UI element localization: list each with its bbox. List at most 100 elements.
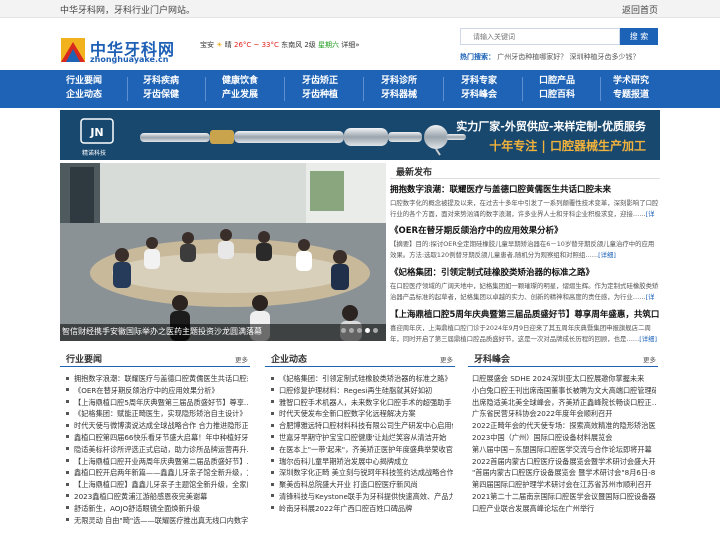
list-item[interactable]: 聚美齿科总院盛大开业 打造口腔医疗新风尚	[269, 479, 453, 491]
nav-item[interactable]: 口腔百科	[539, 88, 575, 102]
list-item[interactable]: 2023鑫植口腔黄浦江游船感恩夜完美谢幕	[64, 491, 248, 503]
list-item[interactable]: 清锋科技与Keystone联手为牙科提供快速高效、产品力…	[269, 491, 453, 503]
nav-item[interactable]: 牙齿矫正	[302, 74, 338, 88]
summit-news-box: 牙科峰会 更多 口腔展盛会 SDHE 2024深圳亚太口腔展邀你掌握未来 小白兔…	[468, 349, 658, 540]
list-item[interactable]: 雅智口腔手术机器人，未来数字化口腔手术的超强助手	[269, 397, 453, 409]
news-item-title[interactable]: 《OER在替牙期反颌治疗中的应用效果分析》	[390, 224, 660, 236]
nav-item[interactable]: 牙科峰会	[461, 88, 497, 102]
list-item[interactable]: 口腔产业联合发展高峰论坛在广州举行	[472, 503, 656, 515]
nav-divider	[443, 77, 444, 101]
slider-dot[interactable]	[357, 328, 362, 333]
home-link[interactable]: 返回首页	[622, 3, 658, 16]
site-logo[interactable]: 中华牙科网 zhonghuayake.cn	[60, 36, 190, 64]
list-item[interactable]: 小白兔口腔王刊出席南国董事长被聘为文大高端口腔管理研修班…	[472, 385, 656, 397]
nav-item[interactable]: 牙科器械	[381, 88, 417, 102]
list-item[interactable]: 隐适美标杆诊所评选正式启动，助力诊所品牌运营再升…	[64, 444, 248, 456]
hot-search-links[interactable]: 广州牙齿种植哪家好？ 深圳种植牙齿多少钱？	[497, 53, 639, 61]
nav-item[interactable]: 牙科诊所	[381, 74, 417, 88]
nav-item[interactable]: 牙齿保健	[143, 88, 179, 102]
news-item: 拥抱数字浪潮：联耀医疗与盖德口腔黄儒医生共话口腔未来 口腔数字化的概念被提及以来…	[390, 183, 660, 220]
nav-item[interactable]: 专题报道	[613, 88, 649, 102]
photo-slider[interactable]: 智信财经携手安徽国际举办之医药主题投资沙龙圆满落幕	[60, 163, 386, 341]
list-item[interactable]: 广东省民营牙科协会2022年度年会顺利召开	[472, 408, 656, 420]
more-link[interactable]: 更多	[643, 354, 656, 364]
list-item[interactable]: 舒适新生，AOJO舒适眼镜全面焕新升级	[64, 503, 248, 515]
box-title[interactable]: 企业动态	[271, 352, 307, 365]
list-item[interactable]: 出席隐适美北美全球峰会，齐美矫正鑫峰院长畅谈口腔正…	[472, 397, 656, 409]
news-item-summary: 喜迎周年庆，上海鼎植口腔门诊于2024年9月9日迎来了其五周年庆典暨集团申报旗舰…	[390, 324, 658, 343]
news-list: 拥抱数字浪潮：联耀医疗与盖德口腔黄儒医生共话口腔未 《OER在替牙期反颌治疗中的…	[64, 373, 248, 526]
news-item-title[interactable]: 【上海鼎植口腔5周年庆典暨第三届品质盛好节】尊享周年盛惠，共筑口	[390, 308, 660, 320]
list-item[interactable]: 2022首届内蒙古口腔医疗设备展览会暨学术研讨会盛大开幕	[472, 456, 656, 468]
news-item-title[interactable]: 拥抱数字浪潮：联耀医疗与盖德口腔黄儒医生共话口腔未来	[390, 183, 660, 195]
weather-sun-icon: ☀	[216, 41, 223, 49]
nav-group-6: 牙科专家 牙科峰会	[461, 74, 497, 104]
slider-dot[interactable]	[341, 328, 346, 333]
weather-condition: 晴	[224, 41, 232, 49]
list-item[interactable]: 《OER在替牙期反颌治疗中的应用效果分析》	[64, 385, 248, 397]
nav-divider	[127, 77, 128, 101]
list-item[interactable]: 第八届中国－东盟国际口腔医学交流与合作论坛即将开幕	[472, 444, 656, 456]
more-link[interactable]: 更多	[440, 354, 453, 364]
company-news-box: 企业动态 更多 《妃格集团：引领定制式硅橡胶类矫治器的标准之路》 口腔修复护理材…	[265, 349, 455, 540]
nav-divider	[363, 77, 364, 101]
search-bar: 搜 索	[460, 28, 658, 45]
list-item[interactable]: 无限灵动 自由"畸"选——联耀医疗推出真无线口内数字…	[64, 515, 248, 527]
list-item[interactable]: 时代天使与微博演说达成全球战略合作 合力推进隐形正畸…	[64, 420, 248, 432]
top-bar: 中华牙科网，牙科行业门户网站。 返回首页	[0, 0, 720, 18]
list-item[interactable]: 【上海鼎植口腔5周年庆典暨第三届品质盛好节】尊享…	[64, 397, 248, 409]
nav-item[interactable]: 牙科专家	[461, 74, 497, 88]
list-item[interactable]: 2021第二十二届南京国际口腔医学会议暨国际口腔设备器材展…	[472, 491, 656, 503]
nav-divider	[600, 77, 601, 101]
slider-dot[interactable]	[349, 328, 354, 333]
search-button[interactable]: 搜 索	[620, 28, 658, 45]
list-item[interactable]: 口腔展盛会 SDHE 2024深圳亚太口腔展邀你掌握未来	[472, 373, 656, 385]
list-item[interactable]: 时代天使发布全新口腔数字化远程解决方案	[269, 408, 453, 420]
slider-caption-text[interactable]: 智信财经携手安徽国际举办之医药主题投资沙龙圆满落幕	[62, 326, 262, 337]
ad-banner[interactable]: JN 精诺科技 实力厂家-外贸供应-来样定制-优质服务 十年专注 | 口腔器械生…	[60, 110, 660, 160]
list-item[interactable]: 深圳数字化正畸 美立刻与锐珂年科技签约达成战略合作	[269, 467, 453, 479]
weather-widget: 宝安 ☀ 晴 26°C ~ 33°C 东南风 2级 星期六 详细»	[200, 40, 360, 50]
list-item[interactable]: 世嘉牙早期守护宝宝口腔健康'让灿烂笑容从清洁开始	[269, 432, 453, 444]
slider-dot-active[interactable]	[365, 328, 370, 333]
list-item[interactable]: 【上海鼎植口腔】鑫鑫儿牙亲子主题馆全新升级，全家口…	[64, 479, 248, 491]
nav-item[interactable]: 产业发展	[222, 88, 258, 102]
list-item[interactable]: 《妃格集团：赋能正畸医生，实现隐形矫治自主设计》	[64, 408, 248, 420]
nav-item[interactable]: 行业要闻	[66, 74, 102, 88]
nav-item[interactable]: 企业动态	[66, 88, 102, 102]
box-title[interactable]: 行业要闻	[66, 352, 102, 365]
list-item[interactable]: "首届内蒙古口腔医疗设备展览会 暨学术研讨会"8月6日-8…	[472, 467, 656, 479]
list-item[interactable]: 合肥博雅远特口腔材料科技有限公司生产研发中心启用仪式…	[269, 420, 453, 432]
nav-item[interactable]: 牙科疾病	[143, 74, 179, 88]
nav-group-2: 牙科疾病 牙齿保健	[143, 74, 179, 104]
slider-dot[interactable]	[373, 328, 378, 333]
list-item[interactable]: 鑫植口腔第四届66快乐看牙节盛大启幕！年中种植好牙…	[64, 432, 248, 444]
detail-link[interactable]: [详细]	[639, 335, 657, 343]
list-item[interactable]: 岭南牙科展2022年广西口腔百姓口碑品牌	[269, 503, 453, 515]
search-input[interactable]	[460, 28, 620, 45]
list-item[interactable]: 第四届国际口腔护理学术研讨会在江苏省苏州市顺利召开	[472, 479, 656, 491]
detail-link[interactable]: [详细]	[598, 251, 616, 259]
nav-item[interactable]: 口腔产品	[539, 74, 575, 88]
nav-item[interactable]: 健康饮食	[222, 74, 258, 88]
box-title[interactable]: 牙科峰会	[474, 352, 510, 365]
list-item[interactable]: 鑫植口腔开启两年新篇——鑫鑫儿牙亲子馆全新升级，为…	[64, 467, 248, 479]
list-item[interactable]: 【上海鼎植口腔开业两周年庆典暨第二届品质盛好节】…	[64, 456, 248, 468]
weather-detail-link[interactable]: 详细»	[341, 41, 359, 49]
nav-item[interactable]: 牙齿种植	[302, 88, 338, 102]
latest-news-title: 最新发布	[396, 168, 433, 178]
list-item[interactable]: 《妃格集团：引领定制式硅橡胶类矫治器的标准之路》	[269, 373, 453, 385]
list-item[interactable]: 拥抱数字浪潮：联耀医疗与盖德口腔黄儒医生共话口腔未	[64, 373, 248, 385]
list-item[interactable]: 2023中国（广州）国际口腔设备材料展览会	[472, 432, 656, 444]
news-item-title[interactable]: 《妃格集团：引领定制式硅橡胶类矫治器的标准之路》	[390, 266, 660, 278]
list-item[interactable]: 口腔修复护理材料：Regesi再生硅脂就其好如初	[269, 385, 453, 397]
box-header: 行业要闻 更多	[60, 349, 250, 367]
more-link[interactable]: 更多	[235, 354, 248, 364]
list-item[interactable]: 在医本上"一带'起来"，齐美矫正医护年度盛典举荣收官	[269, 444, 453, 456]
industry-news-box: 行业要闻 更多 拥抱数字浪潮：联耀医疗与盖德口腔黄儒医生共话口腔未 《OER在替…	[60, 349, 250, 540]
weather-wind: 东南风 2级	[281, 41, 316, 49]
hot-search-label: 热门搜索：	[460, 53, 495, 61]
list-item[interactable]: 2022正畸年会的代天使专场：探索高效精准的隐形矫治医…	[472, 420, 656, 432]
nav-item[interactable]: 学术研究	[613, 74, 649, 88]
list-item[interactable]: 瑞尔齿科儿童早期矫治发展中心揭牌成立	[269, 456, 453, 468]
